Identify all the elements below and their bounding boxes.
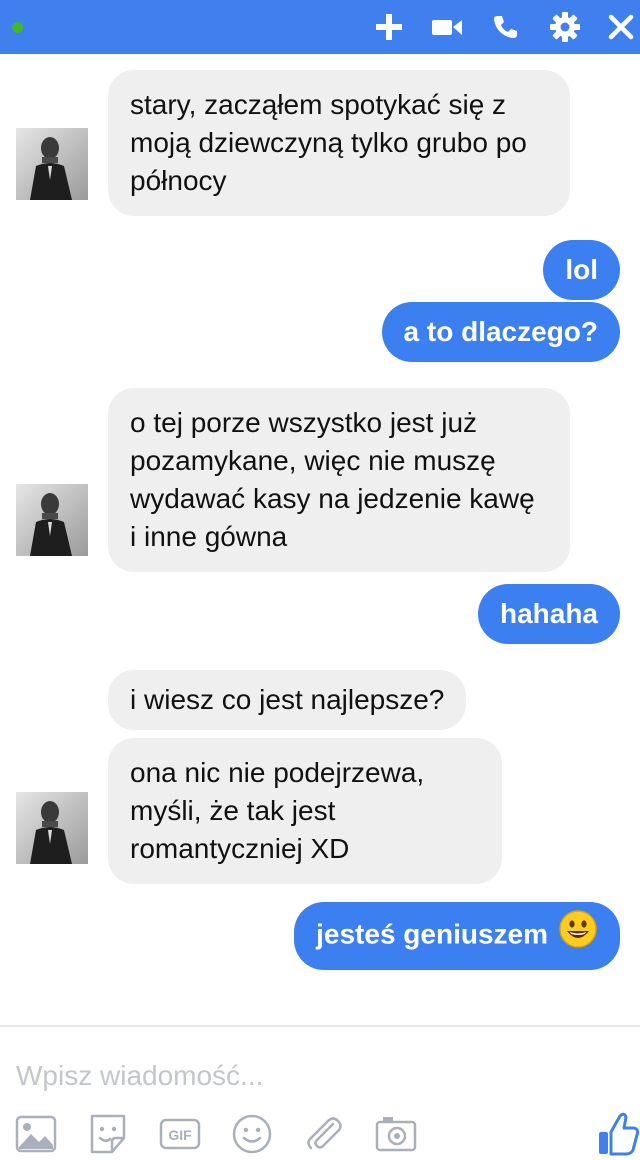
phone-icon[interactable] [488, 10, 522, 44]
chat-header [0, 0, 640, 54]
svg-text:GIF: GIF [168, 1127, 192, 1143]
gif-icon[interactable]: GIF [158, 1112, 202, 1156]
video-call-icon[interactable] [430, 10, 464, 44]
incoming-message: i wiesz co jest najlepsze? [108, 670, 467, 730]
image-icon[interactable] [14, 1112, 58, 1156]
contact-avatar[interactable] [16, 484, 88, 556]
add-icon[interactable] [372, 10, 406, 44]
incoming-message: ona nic nie podejrzewa, myśli, że tak je… [108, 738, 502, 884]
outgoing-message: a to dlaczego? [381, 302, 620, 362]
sticker-icon[interactable] [86, 1112, 130, 1156]
incoming-message: stary, zacząłem spotykać się z moją dzie… [108, 70, 570, 216]
camera-icon[interactable] [374, 1112, 418, 1156]
attachment-icon[interactable] [302, 1112, 346, 1156]
grinning-face-emoji [558, 909, 598, 959]
message-list[interactable]: stary, zacząłem spotykać się z moją dzie… [0, 54, 640, 1024]
settings-icon[interactable] [548, 10, 582, 44]
contact-avatar[interactable] [16, 792, 88, 864]
like-icon[interactable] [596, 1108, 640, 1158]
message-input[interactable] [16, 1054, 576, 1098]
outgoing-message: hahaha [477, 584, 620, 644]
outgoing-message: jesteś geniuszem [294, 902, 620, 970]
outgoing-message: lol [543, 240, 620, 300]
close-icon[interactable] [604, 10, 638, 44]
online-status-indicator [12, 22, 23, 33]
incoming-message: o tej porze wszystko jest już pozamykane… [108, 388, 570, 572]
contact-avatar[interactable] [16, 128, 88, 200]
composer-divider [0, 1025, 640, 1027]
message-text: jesteś geniuszem [316, 918, 548, 950]
emoji-icon[interactable] [230, 1112, 274, 1156]
